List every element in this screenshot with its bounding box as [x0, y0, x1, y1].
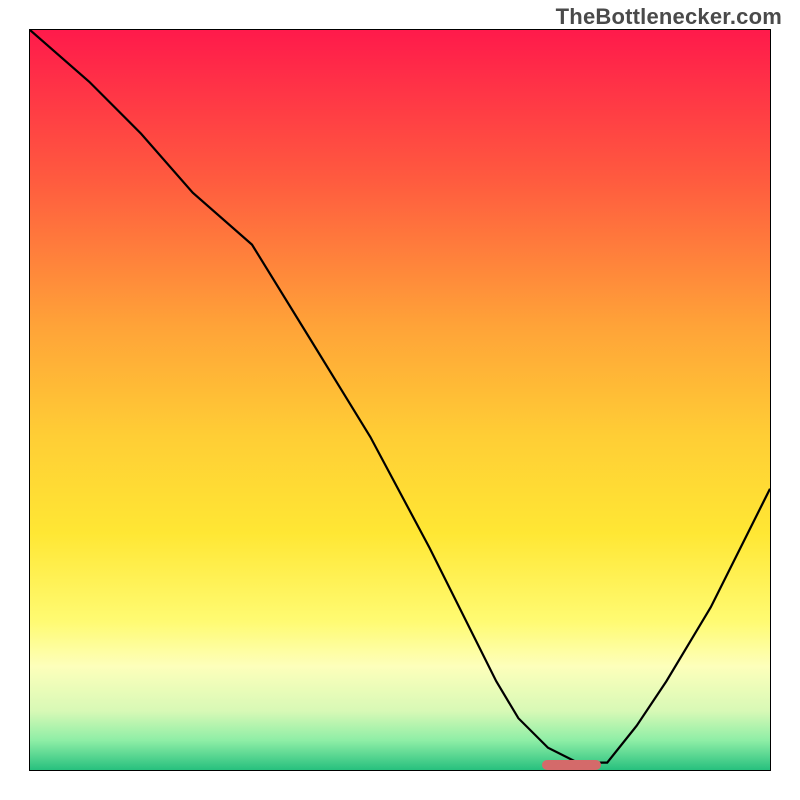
chart-frame: [29, 29, 771, 771]
gradient-background: [30, 30, 770, 770]
watermark-text: TheBottlenecker.com: [556, 4, 782, 30]
chart-plot: [30, 30, 770, 770]
optimal-zone-marker: [542, 760, 601, 770]
